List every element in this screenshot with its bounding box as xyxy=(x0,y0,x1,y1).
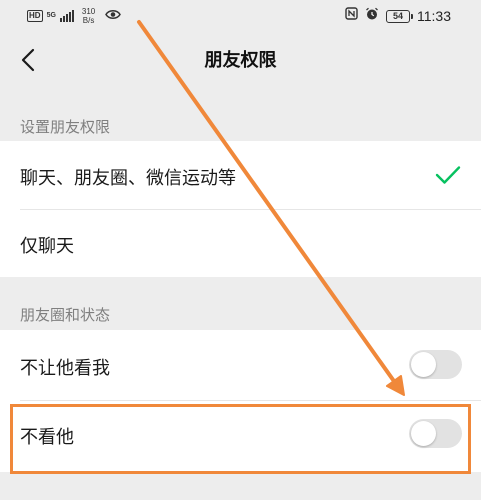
network-5g-text: 5G xyxy=(46,12,56,19)
option-chat-only[interactable]: 仅聊天 xyxy=(0,210,481,277)
eye-icon xyxy=(105,7,122,25)
hide-their-posts-toggle[interactable] xyxy=(409,419,462,448)
status-bar: HD 5G 310 B/s 54 11:33 xyxy=(0,0,481,32)
nav-bar: 朋友权限 xyxy=(0,32,481,88)
speed-unit: B/s xyxy=(82,16,95,25)
row-hide-my-posts: 不让他看我 xyxy=(0,330,481,400)
permissions-card: 聊天、朋友圈、微信运动等 仅聊天 xyxy=(0,141,481,277)
network-speed: 310 B/s xyxy=(82,7,95,25)
hd-badge: HD xyxy=(27,10,43,22)
page-title: 朋友权限 xyxy=(204,50,277,71)
option-label: 聊天、朋友圈、微信运动等 xyxy=(20,168,236,189)
toggle-knob xyxy=(411,421,436,446)
speed-value: 310 xyxy=(81,7,96,16)
toggle-knob xyxy=(411,352,436,377)
option-label: 仅聊天 xyxy=(20,236,74,257)
option-chat-moments-werun[interactable]: 聊天、朋友圈、微信运动等 xyxy=(0,141,481,209)
hide-my-posts-toggle[interactable] xyxy=(409,350,462,379)
status-time: 11:33 xyxy=(417,8,451,24)
status-right: 54 11:33 xyxy=(345,6,451,26)
section-label-moments: 朋友圈和状态 xyxy=(20,306,111,324)
battery-icon: 54 xyxy=(386,9,413,23)
network-5g-label: 5G xyxy=(47,12,56,20)
moments-card: 不让他看我 不看他 xyxy=(0,330,481,472)
alarm-icon xyxy=(365,7,379,26)
nfc-icon xyxy=(345,7,358,25)
row-hide-their-posts: 不看他 xyxy=(0,401,481,472)
toggle-label: 不让他看我 xyxy=(20,358,110,379)
status-left: HD 5G 310 B/s xyxy=(27,6,122,26)
signal-icon xyxy=(59,10,74,22)
section-label-permissions: 设置朋友权限 xyxy=(20,118,111,136)
checkmark-icon xyxy=(435,166,461,184)
toggle-label: 不看他 xyxy=(20,427,74,448)
